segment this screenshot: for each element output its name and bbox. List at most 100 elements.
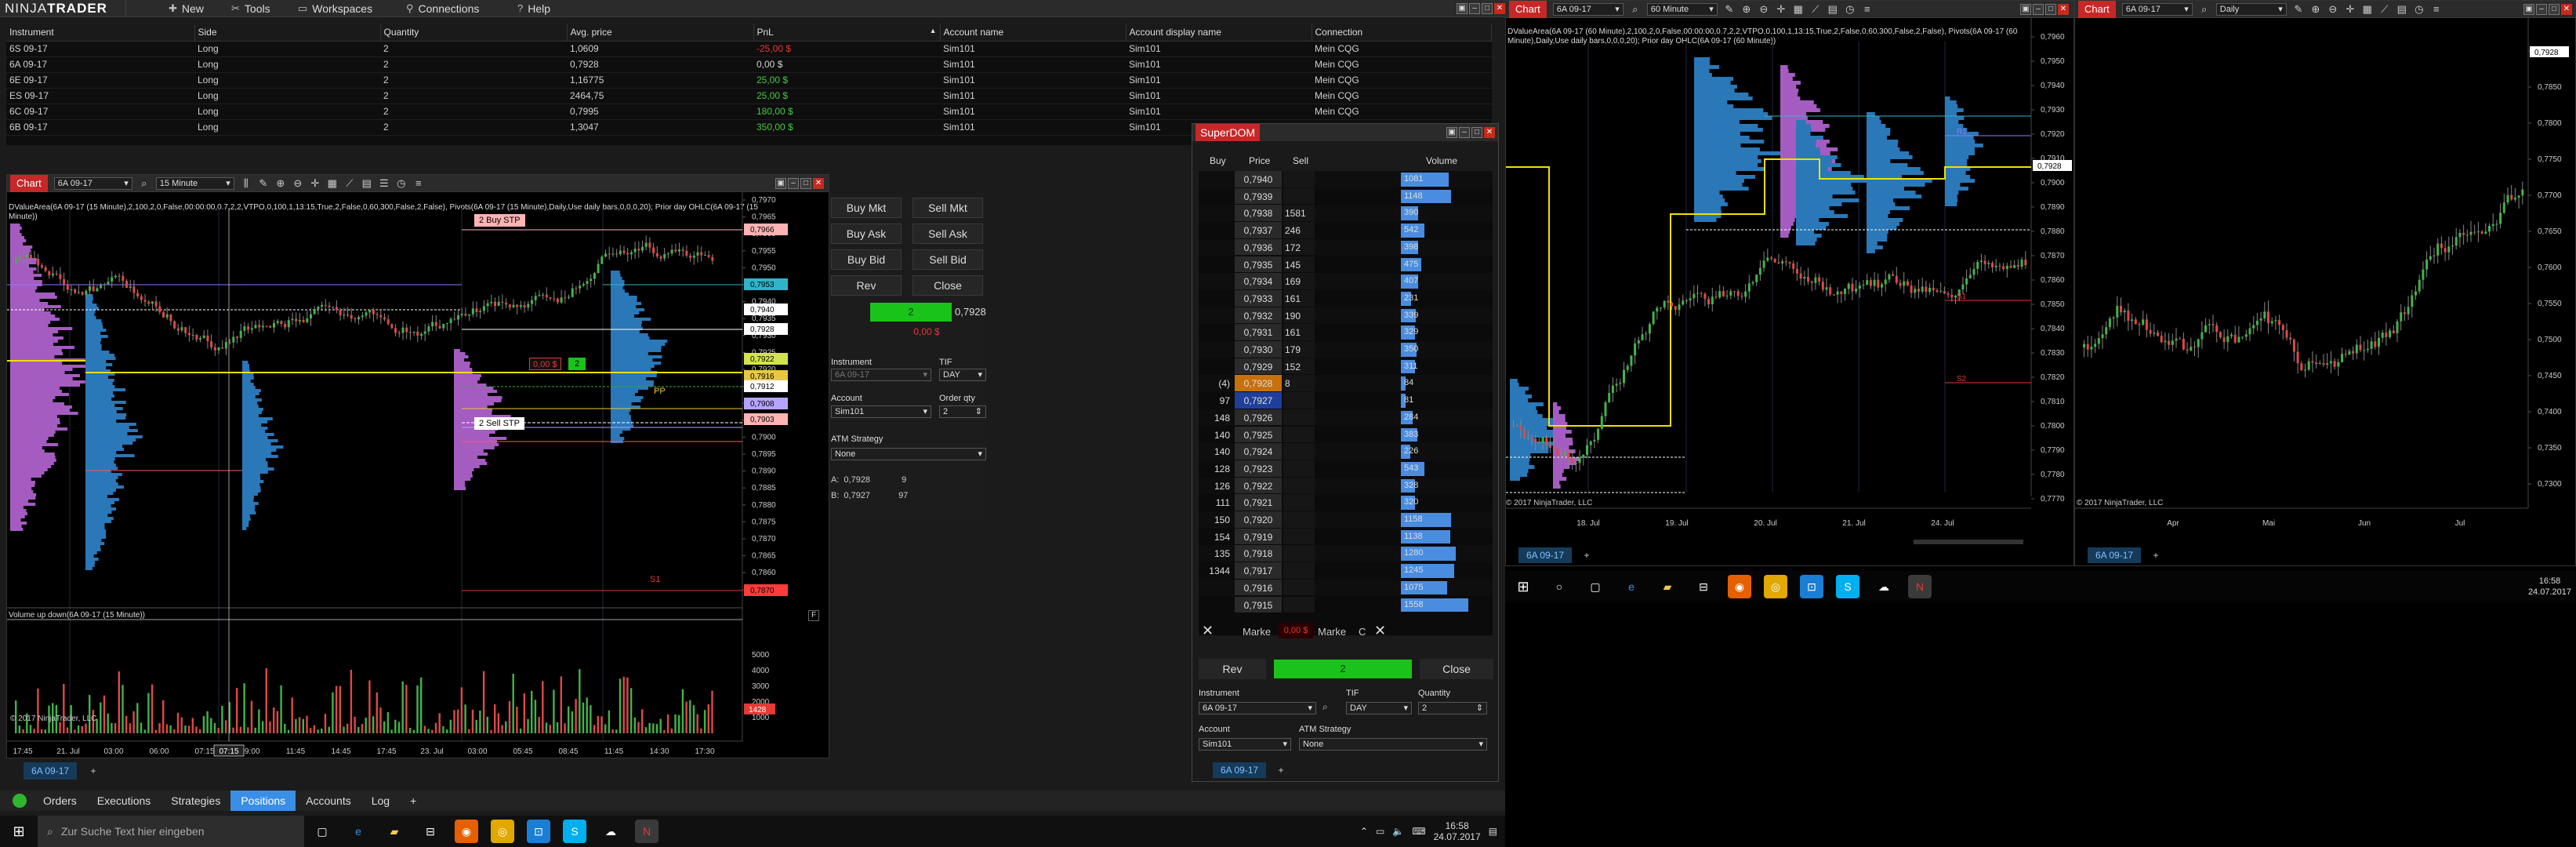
close-icon[interactable]: ✕ xyxy=(1484,127,1495,138)
add-tab-icon[interactable]: + xyxy=(400,791,426,811)
properties-icon[interactable]: ≡ xyxy=(413,177,424,189)
store-icon[interactable]: ⊟ xyxy=(419,820,442,843)
table-row[interactable]: 6E 09-17 Long 2 1,16775 25,00 $ Sim101 Sim101 M… xyxy=(6,72,1492,89)
add-tab-icon[interactable]: + xyxy=(86,762,100,780)
col-instrument[interactable]: Instrument xyxy=(6,24,195,42)
menu-new[interactable]: ✚ New xyxy=(169,0,204,17)
col-side[interactable]: Side xyxy=(194,24,381,42)
ninjatrader-taskbar-icon[interactable]: N xyxy=(1908,575,1932,598)
menu-tools[interactable]: ✂ Tools xyxy=(231,0,270,17)
dom-sell-cell[interactable] xyxy=(1283,187,1315,205)
dom-sell-cell[interactable] xyxy=(1283,171,1315,187)
position-qty-marker[interactable]: 2 xyxy=(568,358,586,370)
chrome-icon[interactable]: ◎ xyxy=(491,820,514,843)
superdom-instrument-tab[interactable]: 6A 09-17 xyxy=(1213,762,1267,778)
dom-row[interactable]: 0,7932 190 339 xyxy=(1199,307,1493,325)
taskbar-clock[interactable]: 16:58 24.07.2017 xyxy=(1434,820,1481,842)
chart1-instrument-tab[interactable]: 6A 09-17 xyxy=(24,762,78,780)
minimize-icon[interactable]: – xyxy=(788,177,799,189)
menu-help[interactable]: ? Help xyxy=(517,0,550,17)
draw-pen-icon[interactable]: ✎ xyxy=(2293,3,2304,16)
zoom-out-icon[interactable]: ⊖ xyxy=(1758,3,1769,16)
tif-select[interactable]: DAY ▾ xyxy=(939,369,986,381)
remote-desktop-icon[interactable]: ⊡ xyxy=(1800,575,1823,598)
chart3-interval-select[interactable]: Daily ▾ xyxy=(2215,2,2287,16)
dom-row[interactable]: 97 0,7927 81 xyxy=(1199,392,1493,409)
dom-reverse-button[interactable]: Rev xyxy=(1199,659,1266,679)
add-tab-icon[interactable]: + xyxy=(2149,547,2163,563)
table-row[interactable]: ES 09-17 Long 2 2464,75 25,00 $ Sim101 Sim101 M… xyxy=(6,88,1492,104)
dom-row[interactable]: 135 0,7918 1280 xyxy=(1199,545,1493,563)
skype-icon[interactable]: S xyxy=(563,820,586,843)
dom-atm-select[interactable]: None ▾ xyxy=(1299,738,1487,751)
chart3-instrument-tab[interactable]: 6A 09-17 xyxy=(2088,547,2142,563)
clock-icon[interactable]: ◷ xyxy=(396,177,407,190)
task-view-icon[interactable]: ▢ xyxy=(310,820,334,843)
close-icon[interactable]: ✕ xyxy=(1494,3,1505,14)
app-icon[interactable]: ☁ xyxy=(599,820,622,843)
dom-sell-cell[interactable] xyxy=(1283,545,1315,562)
drawing-tools-icon[interactable]: ⟋ xyxy=(1810,3,1821,16)
maximize-icon[interactable]: □ xyxy=(1471,127,1482,138)
zoom-out-icon[interactable]: ⊖ xyxy=(292,177,303,190)
app-icon[interactable]: ☁ xyxy=(1872,575,1896,598)
dom-row[interactable]: 150 0,7920 1158 xyxy=(1199,511,1493,529)
pin-icon[interactable]: ▣ xyxy=(1457,3,1468,14)
cancel-buy-orders-icon[interactable]: ✕ xyxy=(1202,623,1217,639)
dom-row[interactable]: 0,7934 169 407 xyxy=(1199,273,1493,290)
chart2-tab[interactable]: Chart xyxy=(1509,0,1547,18)
snapshot-icon[interactable]: ▦ xyxy=(1793,3,1804,16)
templates-icon[interactable]: ▤ xyxy=(2396,3,2407,16)
task-view-icon[interactable]: ▢ xyxy=(1584,575,1607,598)
dom-sell-cell[interactable] xyxy=(1283,494,1315,511)
firefox-icon[interactable]: ◉ xyxy=(1728,575,1751,598)
maximize-icon[interactable]: □ xyxy=(2549,3,2560,15)
dom-quantity-stepper[interactable]: 2 ⇕ xyxy=(1418,702,1487,714)
dom-sell-cell[interactable] xyxy=(1283,426,1315,443)
maximize-icon[interactable]: □ xyxy=(2045,3,2056,15)
tab-executions[interactable]: Executions xyxy=(87,791,161,811)
instrument-select[interactable]: 6A 09-17 ▾ xyxy=(831,369,931,381)
chart-trader-icon[interactable]: ☰ xyxy=(379,177,390,190)
dom-tif-select[interactable]: DAY ▾ xyxy=(1346,702,1412,714)
close-icon[interactable]: ✕ xyxy=(813,177,824,189)
buy-market-button[interactable]: Marke xyxy=(1243,626,1271,638)
close-icon[interactable]: ✕ xyxy=(2058,3,2069,15)
menu-connections[interactable]: ⚲ Connections xyxy=(406,0,479,17)
dom-row[interactable]: 0,7931 161 329 xyxy=(1199,324,1493,341)
sell-ask-button[interactable]: Sell Ask xyxy=(912,224,983,244)
col-pnl[interactable]: PnL ▲ xyxy=(753,24,941,42)
chart2-canvas[interactable]: 0,79600,79500,79400,79300,79200,79100,79… xyxy=(1506,18,2075,567)
buy-market-button[interactable]: Buy Mkt xyxy=(831,198,902,218)
drawing-tools-icon[interactable]: ⟋ xyxy=(2379,3,2390,16)
edge-icon[interactable]: e xyxy=(1620,575,1643,598)
tab-orders[interactable]: Orders xyxy=(33,791,87,811)
dom-row[interactable]: 0,7930 179 350 xyxy=(1199,341,1493,358)
position-pnl-label[interactable]: 0,00 $ xyxy=(529,358,561,370)
chart1-interval-select[interactable]: 15 Minute ▾ xyxy=(155,176,234,190)
dom-sell-cell[interactable] xyxy=(1283,579,1315,596)
dom-sell-cell[interactable] xyxy=(1283,511,1315,528)
zoom-in-icon[interactable]: ⊕ xyxy=(275,177,286,190)
volume-icon[interactable]: 🔈 xyxy=(1392,826,1404,837)
file-explorer-icon[interactable]: ▰ xyxy=(1656,575,1679,598)
dom-row[interactable]: 0,7937 246 542 xyxy=(1199,222,1493,239)
snapshot-icon[interactable]: ▦ xyxy=(327,177,338,190)
dom-row[interactable]: (4) 0,7928 8 84 xyxy=(1199,375,1493,393)
dom-row[interactable]: 0,7933 161 231 xyxy=(1199,289,1493,307)
chart3-tab[interactable]: Chart xyxy=(2078,0,2116,18)
drawing-tools-icon[interactable]: ⟋ xyxy=(344,177,355,190)
draw-pen-icon[interactable]: ✎ xyxy=(1724,3,1735,16)
dom-sell-cell[interactable] xyxy=(1283,477,1315,494)
dom-row[interactable]: 0,7935 145 475 xyxy=(1199,256,1493,274)
dom-sell-cell[interactable] xyxy=(1283,528,1315,545)
store-icon[interactable]: ⊟ xyxy=(1692,575,1715,598)
menu-workspaces[interactable]: ▭ Workspaces xyxy=(298,0,372,17)
sell-market-button[interactable]: Sell Mkt xyxy=(912,198,983,218)
dom-row[interactable]: 126 0,7922 328 xyxy=(1199,477,1493,495)
properties-icon[interactable]: ≡ xyxy=(2431,3,2442,15)
ninjatrader-taskbar-icon[interactable]: N xyxy=(635,820,659,843)
dom-instrument-select[interactable]: 6A 09-17 ▾ xyxy=(1199,702,1316,714)
atm-strategy-select[interactable]: None ▾ xyxy=(831,448,986,460)
crosshair-icon[interactable]: ✛ xyxy=(2345,3,2356,16)
